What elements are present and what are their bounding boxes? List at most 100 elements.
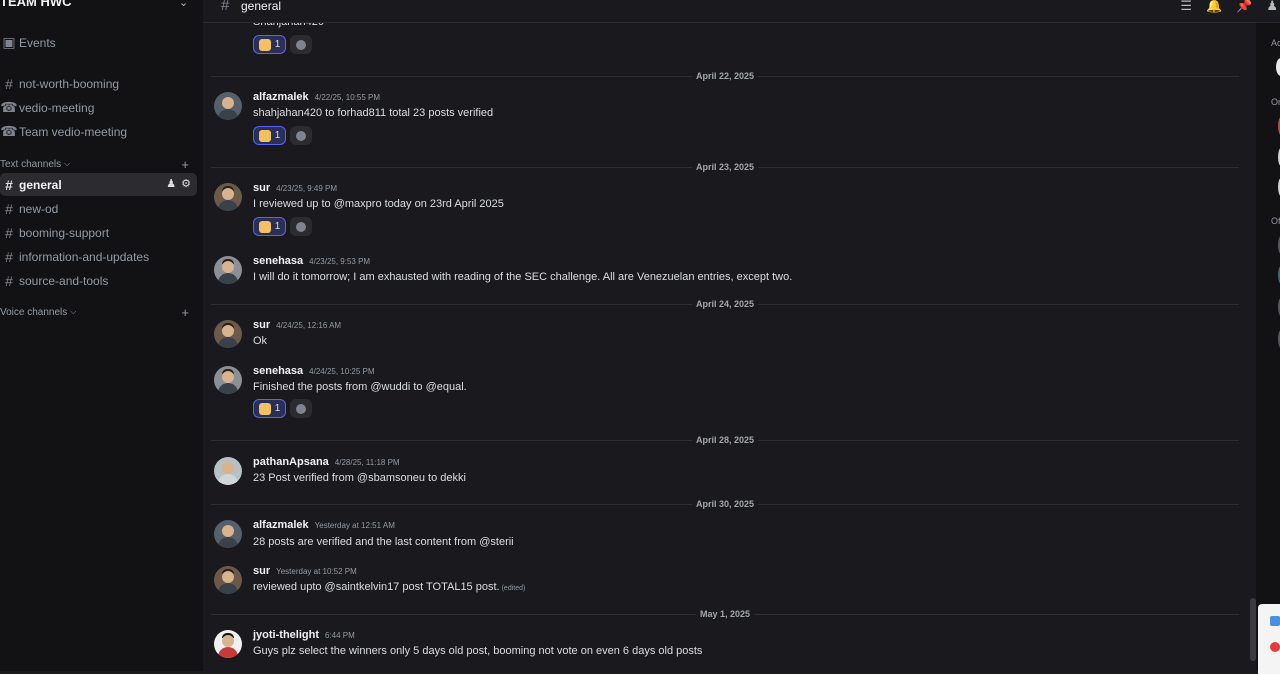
add-reaction-button[interactable] xyxy=(290,399,312,418)
thumbs-up-icon xyxy=(258,129,271,142)
message-author[interactable]: alfazmalek Yesterday at 12:51 AM xyxy=(253,519,395,531)
date-divider-label: April 24, 2025 xyxy=(691,299,759,309)
message-author[interactable]: alfazmalek 4/22/25, 10:55 PM xyxy=(253,91,380,103)
sidebar-item-general[interactable]: # general ♟ ⚙ xyxy=(0,173,197,196)
hash-icon: # xyxy=(5,248,13,265)
message-timestamp: 4/22/25, 10:55 PM xyxy=(314,93,381,102)
sidebar-item-label: new-od xyxy=(19,201,59,216)
reaction-thumbs-up[interactable]: 1 xyxy=(253,217,286,236)
avatar[interactable] xyxy=(214,256,242,284)
app-icon[interactable] xyxy=(1270,616,1280,626)
reaction-count: 1 xyxy=(274,39,281,50)
sidebar-item-team-vedio-meeting[interactable]: ☎ Team vedio-meeting xyxy=(0,120,197,143)
reaction-count: 1 xyxy=(274,130,281,141)
thumbs-up-icon xyxy=(258,38,271,51)
message-author[interactable]: jyoti-thelight 6:44 PM xyxy=(253,629,355,641)
avatar[interactable] xyxy=(214,320,242,348)
message-timestamp: Yesterday at 10:52 PM xyxy=(276,567,357,576)
sidebar-item-not-worth-booming[interactable]: # not-worth-booming xyxy=(0,72,197,95)
message-author[interactable]: pathanApsana 4/28/25, 11:18 PM xyxy=(253,456,400,468)
message-content: shahjahan420 to forhad811 total 23 posts… xyxy=(253,107,494,119)
reaction-count: 1 xyxy=(274,403,281,414)
server-header[interactable]: TEAM HWC ⌄ xyxy=(0,0,203,13)
thumbs-up-icon xyxy=(258,402,271,415)
member-list: Ac On Of xyxy=(1256,0,1280,674)
avatar[interactable] xyxy=(214,366,242,394)
reaction-count: 1 xyxy=(274,221,281,232)
message-author[interactable]: senehasa 4/24/25, 10:25 PM xyxy=(253,365,375,377)
sidebar-item-booming-support[interactable]: # booming-support xyxy=(0,221,197,244)
emoji-icon xyxy=(296,403,306,414)
overlay-widget[interactable] xyxy=(1258,604,1280,674)
sidebar-item-information-and-updates[interactable]: # information-and-updates xyxy=(0,245,197,268)
message-author[interactable]: sur 4/23/25, 9:49 PM xyxy=(253,182,337,194)
pin-icon[interactable]: 📌 xyxy=(1236,0,1252,14)
reaction-thumbs-up[interactable]: 1 xyxy=(253,126,286,145)
date-divider: April 24, 2025 xyxy=(211,299,1239,309)
invite-icon[interactable]: ♟ xyxy=(166,177,176,190)
members-icon[interactable]: ♟ xyxy=(1266,0,1278,14)
add-reaction-button[interactable] xyxy=(290,35,312,54)
reaction-thumbs-up[interactable]: 1 xyxy=(253,35,286,54)
category-voice-channels[interactable]: Voice channels ⌵ + xyxy=(0,305,197,320)
message-timestamp: Yesterday at 12:51 AM xyxy=(314,521,395,530)
hash-icon: # xyxy=(221,0,230,14)
avatar[interactable] xyxy=(214,520,242,548)
reaction-bar: 1 xyxy=(253,399,312,418)
hash-icon: # xyxy=(5,176,13,193)
date-divider: April 22, 2025 xyxy=(211,71,1239,81)
chevron-down-icon[interactable]: ⌄ xyxy=(179,0,188,9)
date-divider: April 30, 2025 xyxy=(211,499,1239,509)
add-channel-icon[interactable]: + xyxy=(181,157,189,172)
sidebar-item-label: booming-support xyxy=(19,225,110,240)
avatar[interactable] xyxy=(1276,58,1280,76)
sidebar-item-source-and-tools[interactable]: # source-and-tools xyxy=(0,269,197,292)
add-reaction-button[interactable] xyxy=(290,126,312,145)
voice-icon: ☎ xyxy=(0,99,18,115)
avatar[interactable] xyxy=(214,183,242,211)
record-icon[interactable] xyxy=(1270,642,1280,652)
member-group-label: Of xyxy=(1271,216,1280,226)
sidebar-item-events[interactable]: ▣ Events xyxy=(0,31,197,54)
channel-title: general xyxy=(241,0,282,13)
threads-icon[interactable]: ☰ xyxy=(1180,0,1192,14)
server-name: TEAM HWC xyxy=(0,0,72,9)
reaction-bar: 1 xyxy=(253,217,312,236)
message-timestamp: 4/23/25, 9:49 PM xyxy=(276,184,338,193)
sidebar-item-label: source-and-tools xyxy=(19,273,109,288)
message-content: reviewed upto @saintkelvin17 post TOTAL1… xyxy=(253,581,526,593)
sidebar-item-new-od[interactable]: # new-od xyxy=(0,197,197,220)
emoji-icon xyxy=(296,221,306,232)
add-reaction-button[interactable] xyxy=(290,217,312,236)
date-divider: April 28, 2025 xyxy=(211,435,1239,445)
avatar[interactable] xyxy=(214,92,242,120)
message-author[interactable]: sur 4/24/25, 12:16 AM xyxy=(253,319,341,331)
reaction-bar: 1 xyxy=(253,126,312,145)
add-channel-icon[interactable]: + xyxy=(181,305,189,320)
category-text-channels[interactable]: Text channels ⌵ + xyxy=(0,157,197,172)
category-label: Voice channels xyxy=(0,306,68,318)
channel-sidebar: TEAM HWC ⌄ ▣ Events # not-worth-booming … xyxy=(0,0,203,671)
message-timestamp: 4/24/25, 12:16 AM xyxy=(276,321,342,330)
sidebar-item-label: information-and-updates xyxy=(19,249,150,264)
gear-icon[interactable]: ⚙ xyxy=(181,177,191,190)
date-divider: May 1, 2025 xyxy=(211,609,1239,619)
message-author[interactable]: senehasa 4/23/25, 9:53 PM xyxy=(253,255,370,267)
avatar[interactable] xyxy=(214,630,242,658)
message-author[interactable]: sur Yesterday at 10:52 PM xyxy=(253,565,357,577)
avatar[interactable] xyxy=(214,457,242,485)
date-divider-label: May 1, 2025 xyxy=(695,609,755,619)
edited-label: (edited) xyxy=(501,585,526,592)
date-divider-label: April 22, 2025 xyxy=(691,71,759,81)
reaction-thumbs-up[interactable]: 1 xyxy=(253,399,286,418)
emoji-icon xyxy=(296,39,306,50)
bell-icon[interactable]: 🔔 xyxy=(1206,0,1222,14)
hash-icon: # xyxy=(5,200,13,217)
sidebar-item-label: general xyxy=(19,177,62,192)
date-divider-label: April 28, 2025 xyxy=(691,435,759,445)
avatar[interactable] xyxy=(214,566,242,594)
sidebar-item-vedio-meeting[interactable]: ☎ vedio-meeting xyxy=(0,96,197,119)
message-timestamp: 6:44 PM xyxy=(325,631,355,640)
chat-area: # general ☰ 🔔 📌 ♟ S Shahjahan420 1 April… xyxy=(203,0,1280,671)
sidebar-item-label: vedio-meeting xyxy=(19,100,95,115)
